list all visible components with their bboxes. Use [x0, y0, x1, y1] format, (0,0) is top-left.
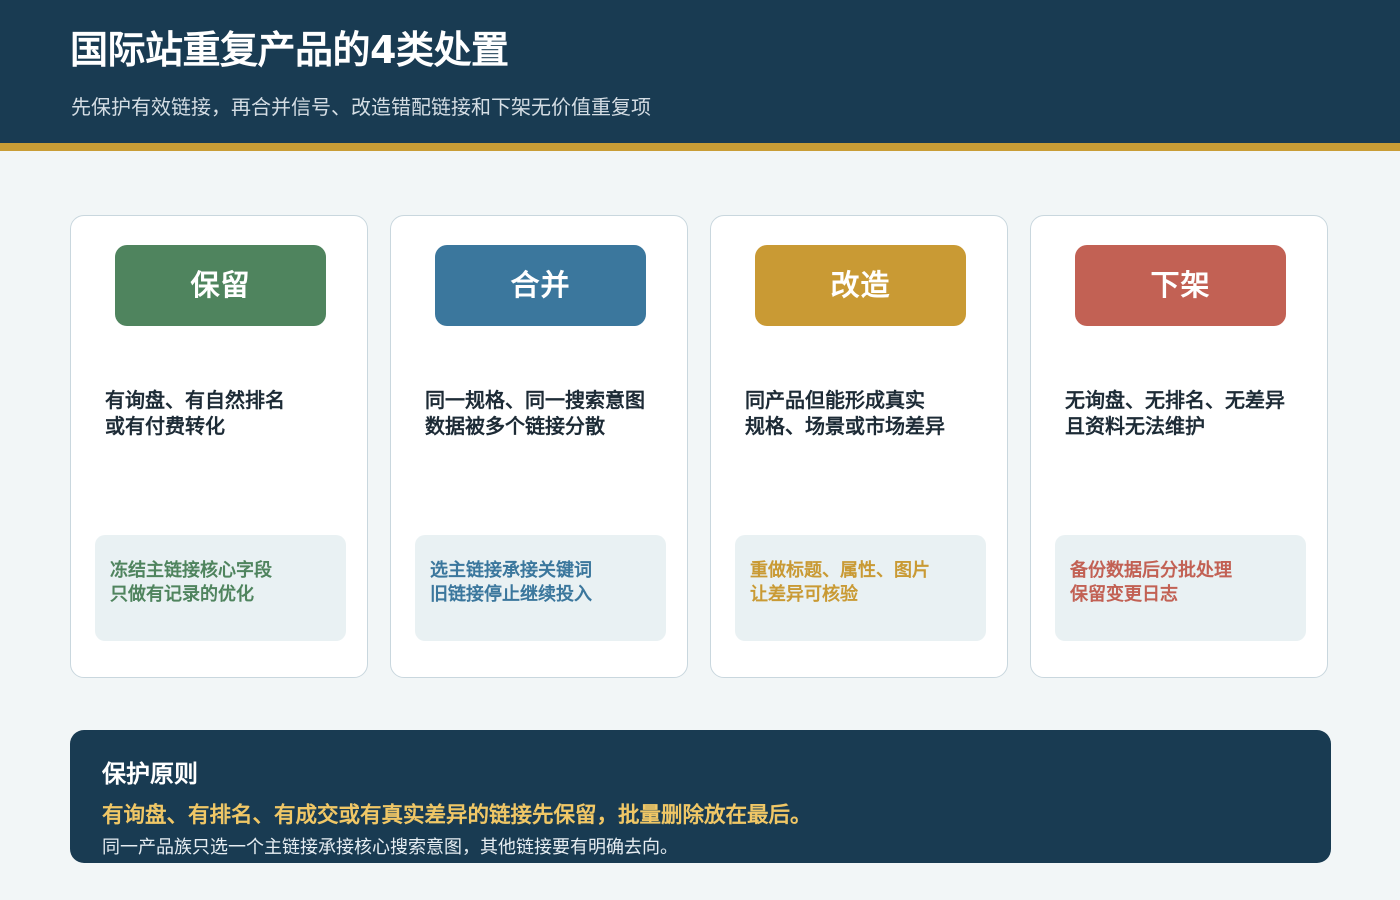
card-rework-badge: 改造: [755, 245, 966, 326]
page-title: 国际站重复产品的4类处置: [70, 28, 509, 72]
header-divider: [0, 143, 1400, 151]
card-keep-action: 冻结主链接核心字段 只做有记录的优化: [95, 535, 346, 641]
card-delist: 下架 无询盘、无排名、无差异 且资料无法维护 备份数据后分批处理 保留变更日志: [1030, 215, 1328, 678]
principle-note: 同一产品族只选一个主链接承接核心搜索意图，其他链接要有明确去向。: [102, 837, 678, 858]
card-rework-action: 重做标题、属性、图片 让差异可核验: [735, 535, 986, 641]
card-rework: 改造 同产品但能形成真实 规格、场景或市场差异 重做标题、属性、图片 让差异可核…: [710, 215, 1008, 678]
principle-highlight: 有询盘、有排名、有成交或有真实差异的链接先保留，批量删除放在最后。: [102, 803, 812, 828]
principle-title: 保护原则: [102, 760, 198, 788]
card-keep: 保留 有询盘、有自然排名 或有付费转化 冻结主链接核心字段 只做有记录的优化: [70, 215, 368, 678]
card-rework-condition: 同产品但能形成真实 规格、场景或市场差异: [745, 388, 945, 438]
card-delist-condition: 无询盘、无排名、无差异 且资料无法维护: [1065, 388, 1285, 438]
card-merge-action: 选主链接承接关键词 旧链接停止继续投入: [415, 535, 666, 641]
page-subtitle: 先保护有效链接，再合并信号、改造错配链接和下架无价值重复项: [71, 95, 651, 119]
card-delist-action: 备份数据后分批处理 保留变更日志: [1055, 535, 1306, 641]
card-delist-badge: 下架: [1075, 245, 1286, 326]
card-keep-condition: 有询盘、有自然排名 或有付费转化: [105, 388, 285, 438]
card-keep-badge: 保留: [115, 245, 326, 326]
card-merge: 合并 同一规格、同一搜索意图 数据被多个链接分散 选主链接承接关键词 旧链接停止…: [390, 215, 688, 678]
card-merge-badge: 合并: [435, 245, 646, 326]
card-merge-condition: 同一规格、同一搜索意图 数据被多个链接分散: [425, 388, 645, 438]
principle-panel: 保护原则 有询盘、有排名、有成交或有真实差异的链接先保留，批量删除放在最后。 同…: [70, 730, 1331, 863]
header-banner: 国际站重复产品的4类处置 先保护有效链接，再合并信号、改造错配链接和下架无价值重…: [0, 0, 1400, 143]
